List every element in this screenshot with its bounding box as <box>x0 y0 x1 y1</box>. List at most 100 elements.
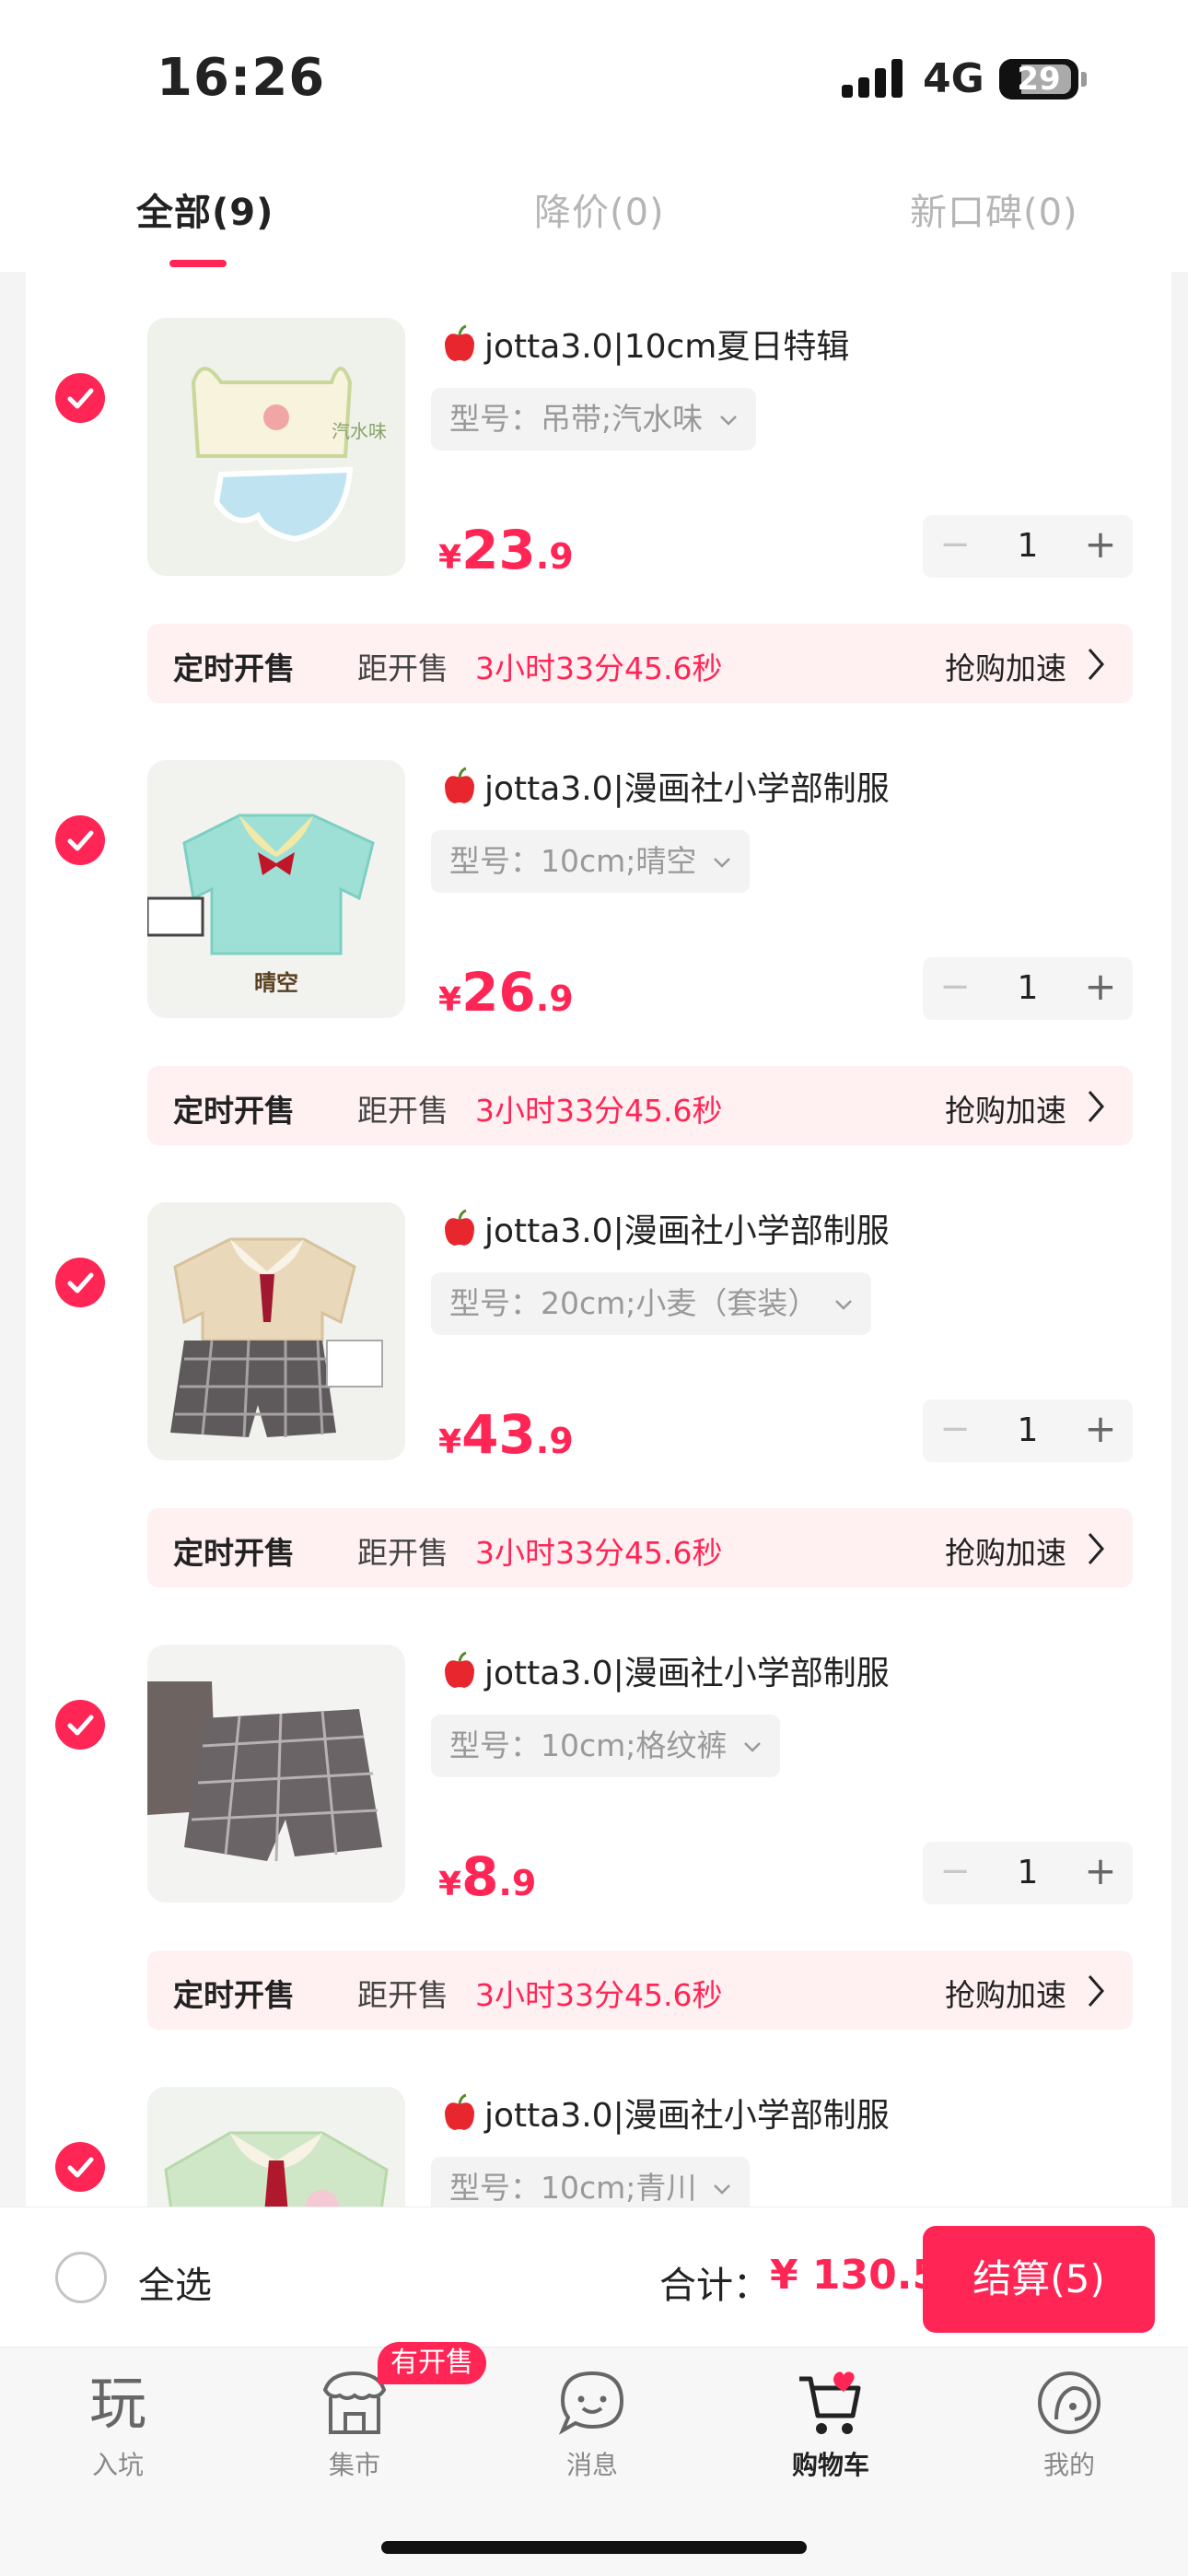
svg-text:汽水味: 汽水味 <box>332 420 387 442</box>
nav-label: 集市 <box>328 2450 380 2480</box>
tab-all[interactable]: 全部(9) <box>136 182 274 236</box>
quantity-value[interactable]: 1 <box>987 1842 1068 1904</box>
sale-countdown-bar[interactable]: 定时开售 距开售 3小时33分45.6秒 抢购加速 <box>147 1066 1133 1145</box>
nav-label: 入坑 <box>91 2450 144 2480</box>
increase-button[interactable]: + <box>1068 957 1133 1020</box>
sale-countdown-bar[interactable]: 定时开售 距开售 3小时33分45.6秒 抢购加速 <box>147 1508 1133 1587</box>
select-all-label[interactable]: 全选 <box>138 2255 212 2309</box>
nav-item-profile[interactable]: 我的 <box>1000 2366 1138 2482</box>
product-title-text: jotta3.0|漫画社小学部制服 <box>484 1212 890 1250</box>
apple-icon <box>445 324 474 361</box>
decrease-button[interactable]: − <box>923 515 987 578</box>
play-icon: 玩 <box>81 2366 155 2440</box>
sale-label: 定时开售 <box>173 1093 295 1129</box>
tab-new-reviews[interactable]: 新口碑(0) <box>910 182 1078 236</box>
total-label: 合计： <box>659 2265 770 2307</box>
decrease-button[interactable]: − <box>923 1399 987 1462</box>
checkout-button[interactable]: 结算(5) <box>923 2226 1155 2333</box>
product-image[interactable] <box>147 1645 405 1903</box>
battery-icon: 29 <box>999 59 1078 100</box>
sale-label: 定时开售 <box>173 1535 295 1571</box>
checkout-bar: 全选 合计： ¥ 130.5 结算(5) <box>0 2207 1188 2347</box>
signal-icon <box>842 59 906 98</box>
currency-symbol: ¥ <box>438 1866 462 1903</box>
nav-item-messages[interactable]: 消息 <box>523 2366 661 2482</box>
sale-countdown: 3小时33分45.6秒 <box>475 1977 723 2013</box>
item-checkbox[interactable] <box>55 373 105 423</box>
currency-symbol: ¥ <box>438 539 462 577</box>
product-title-text: jotta3.0|漫画社小学部制服 <box>484 770 890 808</box>
apple-icon <box>445 1209 474 1246</box>
speed-up-link[interactable]: 抢购加速 <box>945 1086 1066 1130</box>
price: ¥43.9 <box>438 1403 574 1466</box>
chevron-right-icon <box>1088 649 1104 680</box>
cart-item: jotta3.0|漫画社小学部制服 型号：10cm;格纹裤 ¥8.9 − 1 +… <box>26 1598 1171 2041</box>
home-indicator[interactable] <box>381 2541 807 2554</box>
spec-selector[interactable]: 型号：20cm;小麦（套装） <box>431 1272 872 1335</box>
currency-symbol: ¥ <box>438 1423 462 1461</box>
sale-countdown-bar[interactable]: 定时开售 距开售 3小时33分45.6秒 抢购加速 <box>147 1950 1133 2030</box>
product-image[interactable]: 晴空 <box>147 760 405 1018</box>
tab-price-drop[interactable]: 降价(0) <box>534 182 665 236</box>
product-image[interactable] <box>147 1202 405 1460</box>
product-title[interactable]: jotta3.0|漫画社小学部制服 <box>438 2089 890 2137</box>
item-checkbox[interactable] <box>55 2142 105 2192</box>
speed-up-link[interactable]: 抢购加速 <box>945 1528 1066 1573</box>
total-amount: ¥ 130.5 <box>770 2252 941 2299</box>
network-type: 4G <box>923 55 984 102</box>
sale-prefix: 距开售 <box>357 650 448 686</box>
quantity-value[interactable]: 1 <box>987 957 1068 1020</box>
chevron-down-icon <box>714 858 731 868</box>
increase-button[interactable]: + <box>1068 1399 1133 1462</box>
spec-selector[interactable]: 型号：10cm;格纹裤 <box>431 1715 781 1777</box>
quantity-value[interactable]: 1 <box>987 515 1068 578</box>
select-all-checkbox[interactable] <box>55 2252 107 2303</box>
decrease-button[interactable]: − <box>923 1842 987 1904</box>
svg-text:晴空: 晴空 <box>254 970 298 996</box>
product-image[interactable] <box>147 2087 405 2207</box>
nav-label: 消息 <box>565 2450 618 2480</box>
nav-label: 我的 <box>1042 2450 1095 2480</box>
increase-button[interactable]: + <box>1068 515 1133 578</box>
status-time: 16:26 <box>157 48 326 108</box>
cart-item: jotta3.0|漫画社小学部制服 型号：20cm;小麦（套装） ¥43.9 −… <box>26 1156 1171 1598</box>
spec-selector[interactable]: 型号：10cm;晴空 <box>431 830 751 893</box>
cart-list[interactable]: 汽水味 jotta3.0|10cm夏日特辑 型号：吊带;汽水味 ¥23.9 − … <box>26 272 1171 2207</box>
cart-item: 汽水味 jotta3.0|10cm夏日特辑 型号：吊带;汽水味 ¥23.9 − … <box>26 272 1171 714</box>
nav-item-cart[interactable]: 购物车 <box>762 2366 900 2482</box>
item-checkbox[interactable] <box>55 1700 105 1750</box>
quantity-stepper: − 1 + <box>923 1399 1133 1462</box>
spec-text: 型号：10cm;格纹裤 <box>449 1727 728 1763</box>
currency-symbol: ¥ <box>438 981 462 1019</box>
price-decimal: .9 <box>535 1421 574 1461</box>
product-title[interactable]: jotta3.0|漫画社小学部制服 <box>438 1646 890 1694</box>
profile-icon <box>1032 2366 1106 2440</box>
speed-up-link[interactable]: 抢购加速 <box>945 644 1066 688</box>
nav-item-explore[interactable]: 玩 入坑 <box>49 2366 187 2482</box>
quantity-value[interactable]: 1 <box>987 1399 1068 1462</box>
quantity-stepper: − 1 + <box>923 515 1133 578</box>
apple-icon <box>445 767 474 803</box>
tab-active-indicator <box>169 260 227 267</box>
item-checkbox[interactable] <box>55 815 105 865</box>
chevron-right-icon <box>1088 1091 1104 1122</box>
product-title[interactable]: jotta3.0|漫画社小学部制服 <box>438 762 890 810</box>
quantity-stepper: − 1 + <box>923 957 1133 1020</box>
spec-selector[interactable]: 型号：吊带;汽水味 <box>431 388 757 451</box>
product-title[interactable]: jotta3.0|漫画社小学部制服 <box>438 1204 890 1252</box>
spec-selector[interactable]: 型号：10cm;青川 <box>431 2157 751 2207</box>
product-title-text: jotta3.0|漫画社小学部制服 <box>484 2097 890 2135</box>
decrease-button[interactable]: − <box>923 957 987 1020</box>
filter-tabs: 全部(9) 降价(0) 新口碑(0) <box>0 157 1188 272</box>
price: ¥23.9 <box>438 519 574 581</box>
product-image[interactable]: 汽水味 <box>147 318 405 576</box>
price-integer: 8 <box>461 1845 499 1908</box>
spec-text: 型号：10cm;晴空 <box>449 843 697 879</box>
status-bar: 16:26 4G 29 <box>0 0 1188 157</box>
increase-button[interactable]: + <box>1068 1842 1133 1904</box>
speed-up-link[interactable]: 抢购加速 <box>945 1971 1066 2015</box>
product-title[interactable]: jotta3.0|10cm夏日特辑 <box>438 320 849 368</box>
spec-text: 型号：10cm;青川 <box>449 2170 697 2206</box>
item-checkbox[interactable] <box>55 1258 105 1307</box>
sale-countdown-bar[interactable]: 定时开售 距开售 3小时33分45.6秒 抢购加速 <box>147 624 1133 703</box>
